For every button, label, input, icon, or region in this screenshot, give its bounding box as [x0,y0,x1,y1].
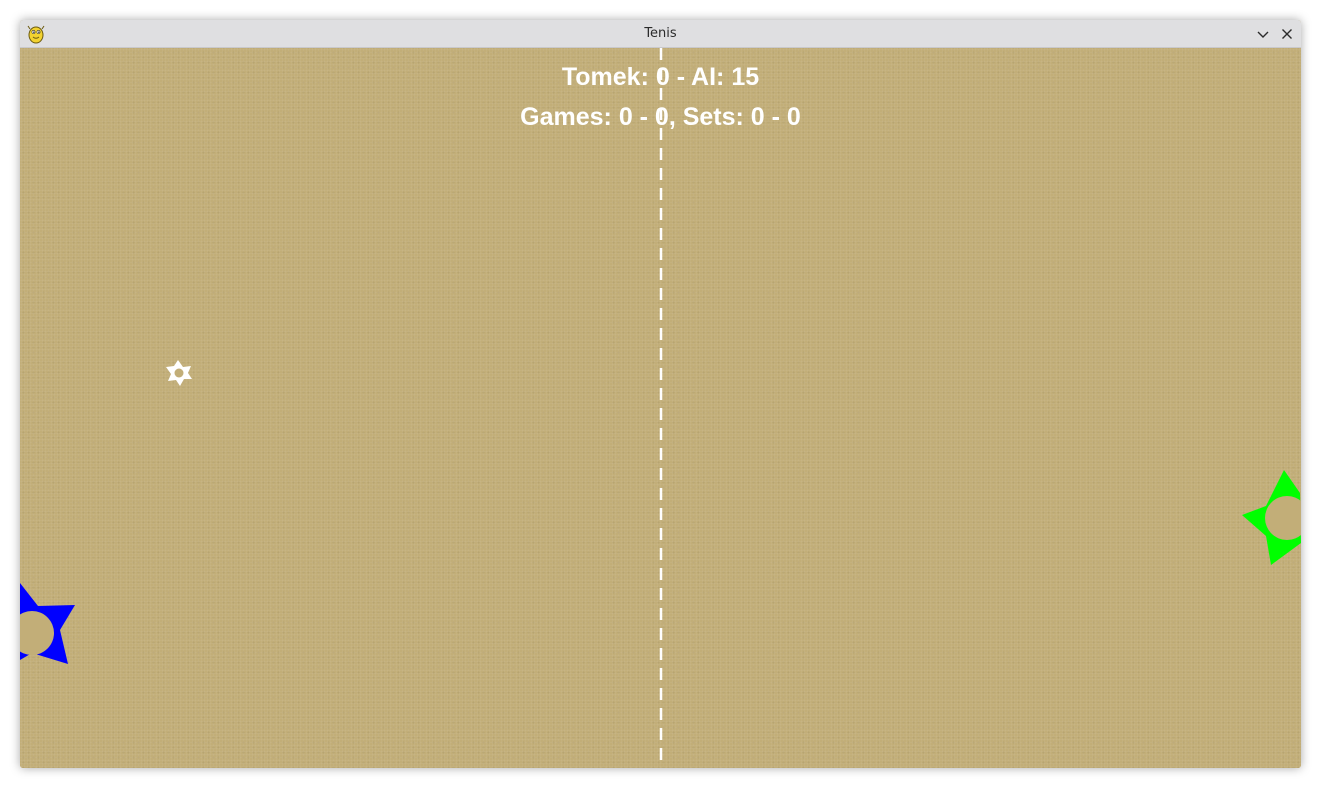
score-points: Tomek: 0 - AI: 15 [561,63,760,91]
close-button[interactable] [1277,24,1297,44]
minimize-button[interactable] [1253,24,1273,44]
score-games-sets: Games: 0 - 0, Sets: 0 - 0 [520,103,801,131]
player-right-paddle [1242,470,1301,565]
ball [166,360,192,386]
tennis-court: Tomek: 0 - AI: 15 Games: 0 - 0, Sets: 0 … [20,48,1301,768]
game-window: Tenis Tomek: 0 - AI: 15 Games: 0 - 0, Se… [20,20,1301,768]
court-drawing [20,48,1301,760]
window-title: Tenis [644,26,677,41]
chevron-down-icon [1257,31,1269,38]
close-icon [1282,29,1292,39]
title-bar[interactable]: Tenis [20,20,1301,48]
player-left-paddle [20,583,75,664]
